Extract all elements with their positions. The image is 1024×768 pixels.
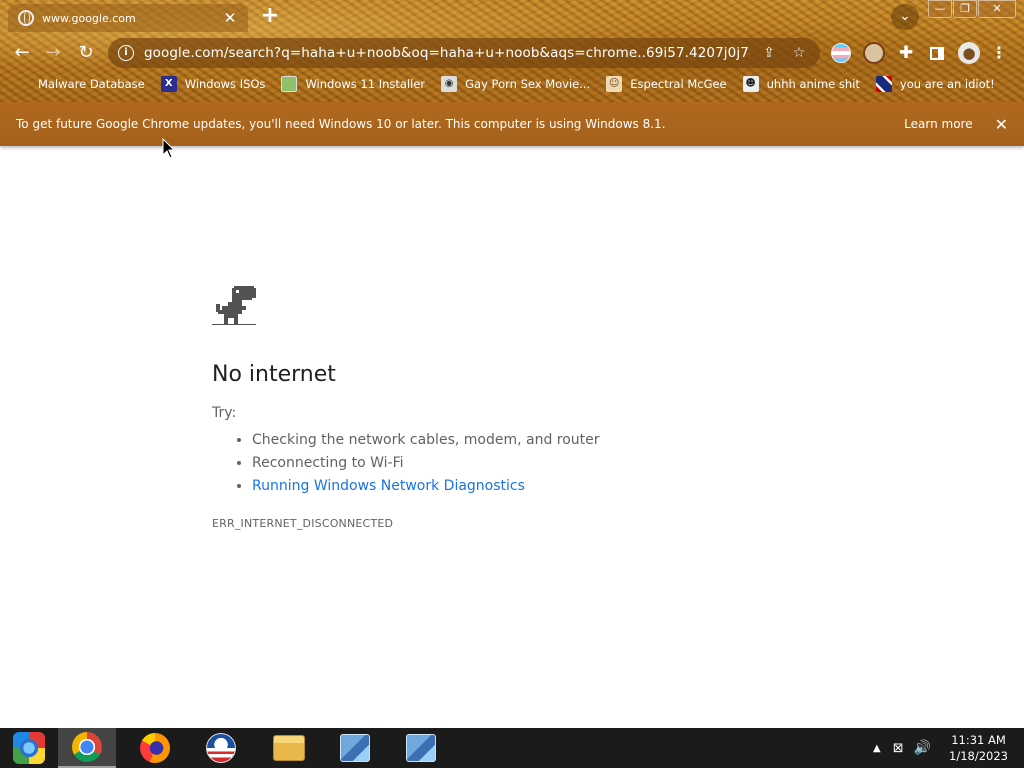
bookmark-item[interactable]: ☻ uhhh anime shit [742,76,860,92]
clock[interactable]: 11:31 AM 1/18/2023 [949,732,1008,764]
firefox-icon [140,733,170,763]
clock-time: 11:31 AM [951,733,1006,747]
address-bar[interactable]: i google.com/search?q=haha+u+noob&oq=hah… [108,38,820,68]
taskbar-obama-app[interactable] [192,728,250,768]
uk-flag-icon [875,76,892,92]
taskbar-firefox[interactable] [126,728,184,768]
chrome-icon [72,732,102,762]
bookmark-label: Windows 11 Installer [305,77,426,91]
error-headline: No internet [212,362,336,387]
side-panel-icon[interactable] [926,42,948,64]
maximize-button[interactable]: ❐ [953,0,977,18]
browser-tab[interactable]: www.google.com ✕ [8,4,248,32]
clock-date: 1/18/2023 [949,749,1008,763]
close-window-button[interactable]: ✕ [978,0,1016,18]
list-item: Running Windows Network Diagnostics [252,475,812,498]
profile-icon[interactable]: ● [958,42,980,64]
network-diagnostics-link[interactable]: Running Windows Network Diagnostics [252,478,525,494]
reload-button[interactable]: ↻ [73,40,99,66]
bookmarks-bar: Malware Database X Windows ISOs Windows … [0,72,1024,96]
volume-icon[interactable]: 🔊 [914,740,931,756]
taskbar-setup-1[interactable] [326,728,384,768]
tab-close-icon[interactable]: ✕ [222,9,238,27]
try-label: Try: [212,405,237,421]
bookmark-label: Gay Porn Sex Movie... [465,77,591,91]
bookmark-item[interactable]: ◉ Gay Porn Sex Movie... [441,76,590,92]
system-tray: ▲ ⊠ 🔊 11:31 AM 1/18/2023 [873,728,1024,768]
forward-button[interactable]: → [40,40,66,66]
bookmark-star-icon[interactable]: ☆ [788,45,810,61]
setup-installer-icon [340,734,370,762]
taskbar-file-explorer[interactable] [260,728,318,768]
bookmark-item[interactable]: X Windows ISOs [160,76,266,92]
new-tab-button[interactable]: + [258,5,282,28]
bookmark-item[interactable]: you are an idiot! [875,76,995,92]
infobar-message: To get future Google Chrome updates, you… [16,117,666,131]
show-hidden-icons-icon[interactable]: ▲ [873,743,881,754]
error-page: No internet Try: Checking the network ca… [212,284,812,530]
bookmark-item[interactable]: ☺ Espectral McGee [606,76,727,92]
dinosaur-icon[interactable] [212,284,256,328]
disc-icon: ◉ [441,76,458,92]
browser-frame: www.google.com ✕ + ⌄ — ❐ ✕ ← → ↻ i googl… [0,0,1024,102]
update-infobar: To get future Google Chrome updates, you… [0,102,1024,146]
bookmark-item[interactable]: Malware Database [38,77,145,91]
share-icon[interactable]: ⇪ [758,45,780,61]
globe-icon [18,10,34,26]
bookmark-label: Malware Database [38,77,145,91]
tab-search-button[interactable]: ⌄ [891,4,919,30]
setup-installer-icon [406,734,436,762]
flag-extension-icon[interactable] [831,43,851,63]
url-text[interactable]: google.com/search?q=haha+u+noob&oq=haha+… [144,45,750,61]
extensions-puzzle-icon[interactable]: ✚ [895,42,917,64]
bookmark-label: uhhh anime shit [766,77,860,91]
network-disconnected-icon[interactable]: ⊠ [893,741,904,756]
infobar-close-icon[interactable]: ✕ [995,115,1008,134]
minimize-button[interactable]: — [928,0,952,18]
face-icon: ☺ [606,76,623,92]
image-icon [281,76,298,92]
list-item: Reconnecting to Wi-Fi [252,452,812,475]
bookmark-label: Windows ISOs [184,77,266,91]
list-item: Checking the network cables, modem, and … [252,429,812,452]
learn-more-link[interactable]: Learn more [904,117,972,131]
bookmark-item[interactable]: Windows 11 Installer [281,76,425,92]
bookmark-label: you are an idiot! [899,77,995,91]
menu-kebab-icon[interactable]: ⋮ [991,42,1007,64]
taskbar-setup-2[interactable] [392,728,450,768]
bookmark-label: Espectral McGee [630,77,727,91]
site-info-icon[interactable]: i [118,45,134,61]
error-code: ERR_INTERNET_DISCONNECTED [212,517,394,530]
taskbar: ▲ ⊠ 🔊 11:31 AM 1/18/2023 [0,728,1024,768]
obama-logo-icon [206,733,236,763]
suggestion-list: Checking the network cables, modem, and … [212,429,812,498]
anime-face-icon: ☻ [742,76,759,92]
folder-icon [273,735,305,761]
tab-title: www.google.com [42,11,136,25]
mouse-cursor-icon [162,138,176,159]
start-icon [13,732,45,764]
back-button[interactable]: ← [9,40,35,66]
x-icon: X [160,76,177,92]
start-button[interactable] [0,728,58,768]
taskbar-chrome[interactable] [58,728,116,768]
avatar-extension-icon[interactable] [863,42,885,64]
